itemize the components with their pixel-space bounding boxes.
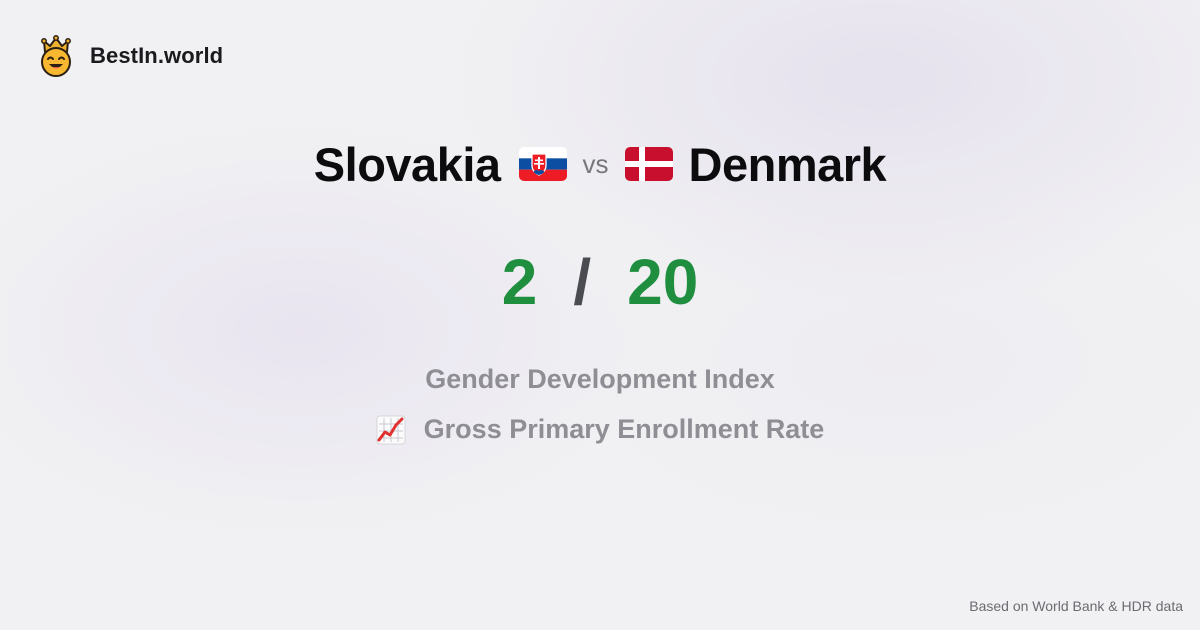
right-rank-value: 20 — [627, 246, 699, 318]
crowned-smiley-logo — [41, 35, 71, 77]
rank-score: 2 / 20 — [0, 244, 1200, 320]
primary-metric-label: Gender Development Index — [425, 364, 775, 394]
secondary-metric: Gross Primary Enrollment Rate — [0, 414, 1200, 445]
rank-separator: / — [573, 246, 592, 318]
brand[interactable]: BestIn.world — [38, 35, 223, 77]
chart-increasing-icon — [376, 415, 406, 444]
left-country-name: Slovakia — [313, 137, 501, 191]
brand-name: BestIn.world — [90, 43, 224, 68]
secondary-metric-label: Gross Primary Enrollment Rate — [423, 414, 825, 444]
data-source-note: Based on World Bank & HDR data — [969, 598, 1183, 614]
denmark-flag-icon — [624, 147, 673, 181]
vs-label: vs — [582, 148, 609, 179]
slovakia-flag-icon — [518, 147, 567, 181]
comparison-title: Slovakia vs Denmark — [0, 136, 1200, 192]
left-rank-value: 2 — [501, 246, 538, 318]
right-country-name: Denmark — [688, 137, 887, 191]
